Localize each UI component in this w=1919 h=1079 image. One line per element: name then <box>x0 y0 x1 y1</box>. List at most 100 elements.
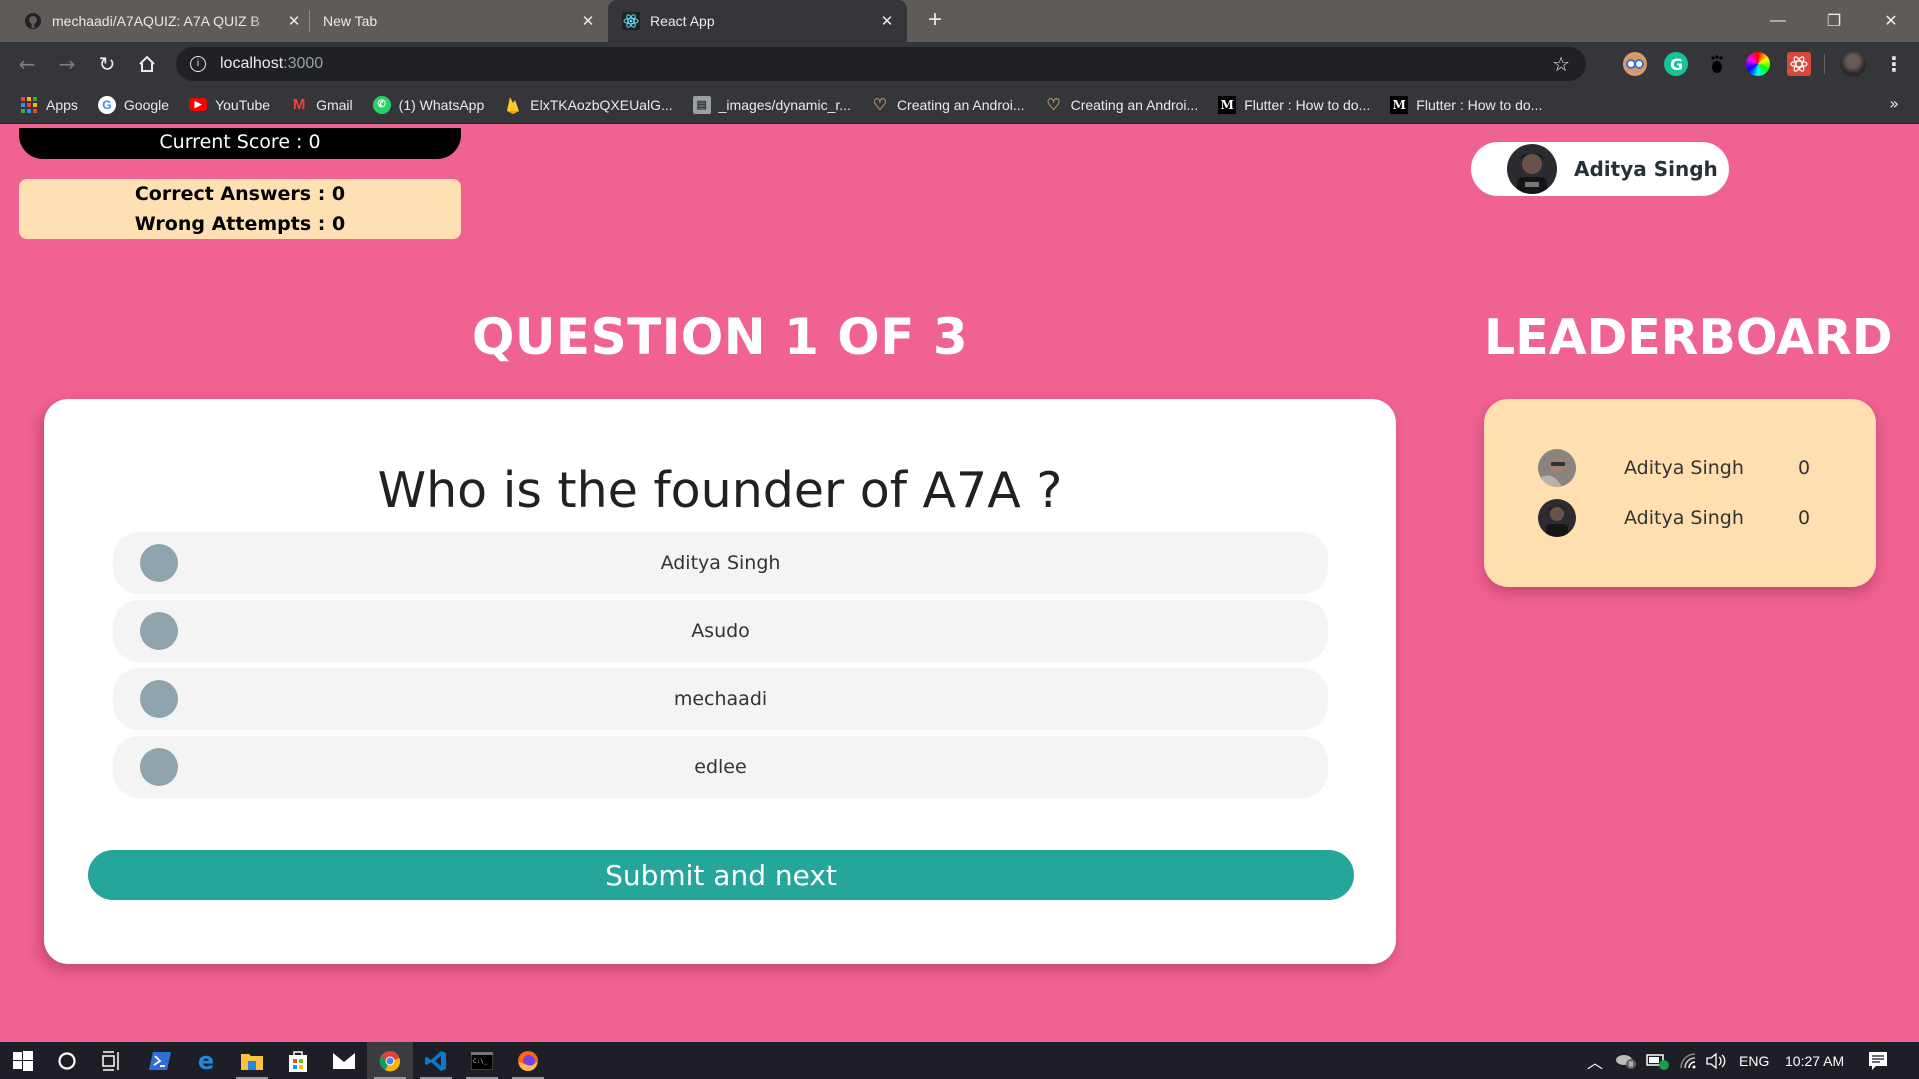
profile-avatar[interactable] <box>1840 51 1866 77</box>
avatar <box>1538 449 1576 487</box>
bookmark-label: Apps <box>46 96 78 113</box>
clock[interactable]: 10:27 AM <box>1785 1042 1844 1079</box>
answer-option[interactable]: mechaadi <box>113 668 1328 730</box>
bookmark-gmail[interactable]: M Gmail <box>290 96 353 114</box>
bookmark-youtube[interactable]: ▶ YouTube <box>189 97 270 113</box>
leaderboard-name: Aditya Singh <box>1624 457 1744 479</box>
answer-option[interactable]: Aditya Singh <box>113 532 1328 594</box>
bookmark-label: Google <box>123 96 170 113</box>
store-icon[interactable] <box>275 1042 321 1079</box>
restore-button[interactable]: ❐ <box>1811 0 1857 42</box>
toby-extension-icon[interactable] <box>1623 52 1647 76</box>
submit-and-next-button[interactable]: Submit and next <box>88 850 1354 900</box>
whatsapp-icon: ✆ <box>372 95 391 114</box>
bookmark-firebase[interactable]: ElxTKAozbQXEUalG... <box>504 96 673 114</box>
url-port: :3000 <box>283 55 324 72</box>
firefox-icon[interactable] <box>505 1042 551 1079</box>
edge-icon[interactable]: e <box>183 1042 229 1079</box>
answer-option[interactable]: Asudo <box>113 600 1328 662</box>
tab-title: New Tab <box>323 13 378 29</box>
forward-button[interactable]: → <box>53 50 81 78</box>
notifications-icon[interactable] <box>1868 1042 1888 1079</box>
back-button[interactable]: ← <box>13 50 41 78</box>
address-bar[interactable]: i localhost:3000 ☆ <box>176 47 1586 81</box>
youtube-icon: ▶ <box>189 98 208 111</box>
mail-icon[interactable] <box>321 1042 367 1079</box>
current-question-number: 1 <box>784 308 820 366</box>
answer-option[interactable]: edlee <box>113 736 1328 798</box>
bookmark-android-1[interactable]: ♡ Creating an Androi... <box>871 96 1025 114</box>
url-host: localhost <box>220 55 284 72</box>
bookmark-flutter-1[interactable]: M Flutter : How to do... <box>1218 95 1371 114</box>
heading-prefix: QUESTION <box>471 308 767 366</box>
bookmarks-bar: Apps G Google ▶ YouTube M Gmail ✆ (1) Wh… <box>0 86 1919 124</box>
bookmark-label: Creating an Androi... <box>1070 96 1199 113</box>
question-text: Who is the founder of A7A ? <box>377 462 1063 519</box>
grammarly-icon[interactable]: G <box>1664 52 1688 76</box>
github-icon <box>24 12 42 30</box>
answer-stats: Correct Answers : 0 Wrong Attempts : 0 <box>19 179 461 239</box>
heart-logo-icon: ♡ <box>872 96 888 114</box>
correct-answers: Correct Answers : 0 <box>134 183 346 205</box>
medium-icon: M <box>1390 95 1409 114</box>
powershell-icon[interactable] <box>137 1042 183 1079</box>
show-hidden-icons-button[interactable]: ︿ <box>1587 1042 1603 1079</box>
onedrive-icon[interactable] <box>1614 1042 1638 1079</box>
close-tab-icon[interactable]: ✕ <box>284 12 304 30</box>
tab-title: mechaadi/A7AQUIZ: A7A QUIZ B <box>52 13 260 29</box>
close-tab-icon[interactable]: ✕ <box>877 12 897 30</box>
score-label: Current Score <box>159 131 291 153</box>
language-indicator[interactable]: ENG <box>1739 1042 1769 1079</box>
question-progress-heading: QUESTION 1 OF 3 <box>44 308 1396 366</box>
tab-divider <box>309 10 310 32</box>
battery-icon[interactable] <box>1646 1042 1670 1079</box>
bookmark-flutter-2[interactable]: M Flutter : How to do... <box>1390 95 1542 114</box>
bookmark-label: Flutter : How to do... <box>1244 96 1371 113</box>
firebase-icon <box>504 96 522 114</box>
chrome-icon[interactable] <box>367 1042 413 1079</box>
close-tab-icon[interactable]: ✕ <box>578 12 598 30</box>
heading-of: OF <box>837 308 915 366</box>
tab-new-tab[interactable]: New Tab ✕ <box>323 0 598 42</box>
react-devtools-icon[interactable] <box>1787 52 1811 76</box>
bookmark-images[interactable]: ▤ _images/dynamic_r... <box>692 95 851 114</box>
leaderboard-card: Aditya Singh 0 Aditya Singh 0 <box>1484 399 1876 587</box>
user-profile-chip[interactable]: Aditya Singh <box>1471 142 1729 196</box>
windows-start-icon[interactable] <box>0 1042 46 1079</box>
task-view-icon[interactable] <box>88 1042 134 1079</box>
bookmark-android-2[interactable]: ♡ Creating an Androi... <box>1045 96 1199 114</box>
windows-taskbar: e C:\_ ︿ ENG 10:27 AM <box>0 1042 1919 1079</box>
file-explorer-icon[interactable] <box>229 1042 275 1079</box>
new-tab-button[interactable]: + <box>922 8 948 34</box>
svg-text:G: G <box>1670 55 1683 74</box>
bookmarks-overflow-button[interactable]: » <box>1889 94 1899 113</box>
wifi-icon[interactable] <box>1679 1042 1699 1079</box>
tab-github[interactable]: mechaadi/A7AQUIZ: A7A QUIZ B ✕ <box>24 0 304 42</box>
reload-button[interactable]: ↻ <box>93 50 121 78</box>
home-button[interactable] <box>133 50 161 78</box>
close-window-button[interactable]: ✕ <box>1868 0 1914 42</box>
bookmark-apps[interactable]: Apps <box>20 96 78 114</box>
tab-react-app[interactable]: React App ✕ <box>608 0 907 42</box>
bookmark-whatsapp[interactable]: ✆ (1) WhatsApp <box>372 95 484 114</box>
toolbar-divider <box>1824 54 1825 74</box>
question-card: Who is the founder of A7A ? Aditya Singh… <box>44 399 1396 964</box>
option-label: Aditya Singh <box>660 552 781 574</box>
cortana-icon[interactable] <box>44 1042 90 1079</box>
color-picker-icon[interactable] <box>1746 52 1770 76</box>
arrow-left-icon: ← <box>18 52 36 76</box>
leaderboard-row: Aditya Singh 0 <box>1538 498 1838 538</box>
browser-tab-strip: mechaadi/A7AQUIZ: A7A QUIZ B ✕ New Tab ✕… <box>0 0 1919 42</box>
info-icon[interactable]: i <box>190 56 206 72</box>
vscode-icon[interactable] <box>413 1042 459 1079</box>
volume-icon[interactable] <box>1705 1042 1727 1079</box>
heart-logo-icon: ♡ <box>1046 96 1061 114</box>
chrome-menu-icon[interactable]: ⋮ <box>1884 52 1904 76</box>
leaderboard-title: LEADERBOARD <box>1484 309 1893 366</box>
minimize-button[interactable]: — <box>1755 0 1801 42</box>
bookmark-star-icon[interactable]: ☆ <box>1552 52 1570 76</box>
gnome-extension-icon[interactable] <box>1705 52 1729 76</box>
current-score: Current Score : 0 <box>19 128 461 159</box>
terminal-icon[interactable]: C:\_ <box>459 1042 505 1079</box>
bookmark-google[interactable]: G Google <box>97 95 170 114</box>
